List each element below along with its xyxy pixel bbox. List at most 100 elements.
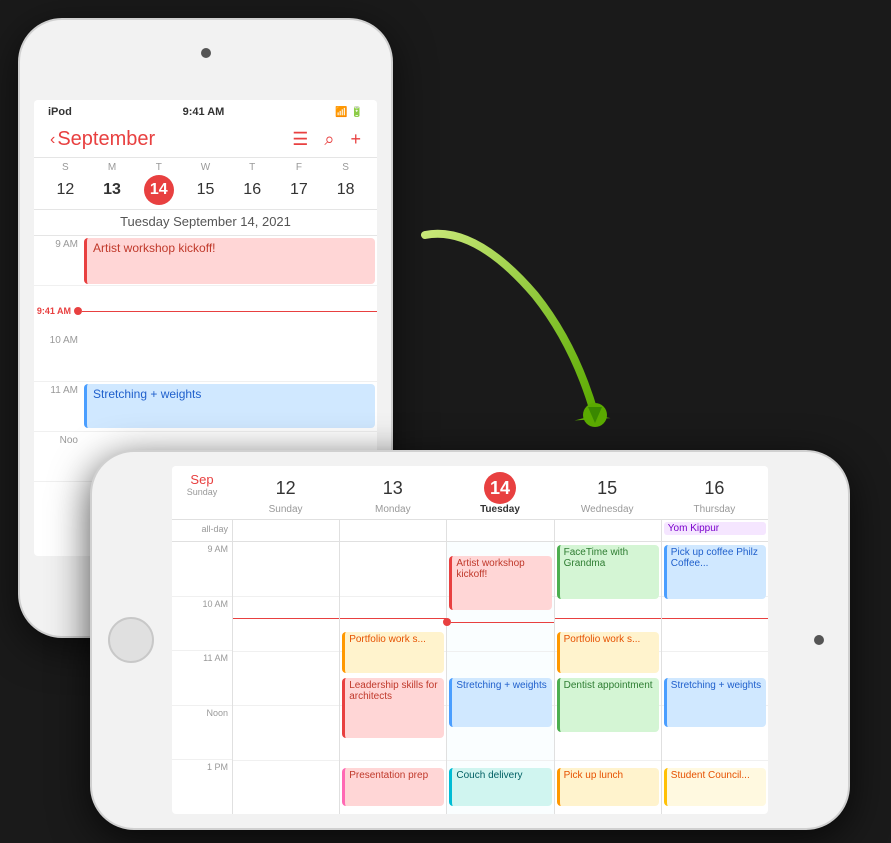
day-col-fri[interactable]: F 17 (276, 162, 323, 205)
allday-cell-sun (232, 520, 339, 541)
current-time-line-tue (447, 618, 553, 626)
day-col-thu[interactable]: T 16 (229, 162, 276, 205)
day-col-sun[interactable]: S 12 (42, 162, 89, 205)
status-time: 9:41 AM (183, 106, 225, 118)
time-label-noon-h: Noon (172, 706, 232, 761)
event-stretching-vertical[interactable]: Stretching + weights (84, 384, 375, 428)
arrow-container (395, 215, 635, 445)
date-label-vertical: Tuesday September 14, 2021 (34, 210, 377, 236)
list-icon[interactable]: ☰ (292, 129, 308, 150)
col-header-sep: Sep Sunday (172, 466, 232, 519)
add-icon[interactable]: + (350, 129, 361, 150)
sep-label: Sep (190, 472, 213, 487)
col-header-13[interactable]: 13 Monday (339, 466, 446, 519)
calendar-nav-vertical: ‹ September ☰ ⌕ + (34, 122, 377, 158)
calendar-header-horizontal: Sep Sunday 12 Sunday 13 Monday 14 Tuesda… (172, 466, 768, 520)
time-label-noon: Noo (34, 432, 82, 481)
event-student-council[interactable]: Student Council... (664, 768, 766, 806)
time-label-1pm-h: 1 PM (172, 760, 232, 814)
day-num-16: 16 (698, 472, 730, 504)
time-row-10am: 10 AM (34, 332, 377, 382)
event-leadership-skills[interactable]: Leadership skills for architects (342, 678, 444, 738)
event-stretching-tue[interactable]: Stretching + weights (449, 678, 551, 727)
col-header-14[interactable]: 14 Tuesday (446, 466, 553, 519)
day-col-sunday-h (232, 542, 339, 814)
col-header-12[interactable]: 12 Sunday (232, 466, 339, 519)
day-name-monday: Monday (375, 504, 411, 515)
time-labels-col: 9 AM 10 AM 11 AM Noon 1 PM (172, 542, 232, 814)
day-col-tuesday-h: Artist workshop kickoff! Stretching + we… (446, 542, 553, 814)
hour-sep-4 (233, 760, 339, 761)
day-col-wed[interactable]: W 15 (182, 162, 229, 205)
header-icons-vertical: ☰ ⌕ + (292, 129, 361, 150)
current-time-line-thu (662, 618, 768, 619)
allday-label: all-day (172, 520, 232, 541)
col-header-15[interactable]: 15 Wednesday (554, 466, 661, 519)
day-num-14-today: 14 (484, 472, 516, 504)
current-time-label-vertical: 9:41 AM (34, 306, 74, 316)
horizontal-calendar: Sep Sunday 12 Sunday 13 Monday 14 Tuesda… (172, 466, 768, 814)
battery-icon: 🔋 (351, 107, 363, 118)
hour-sep-3 (233, 705, 339, 706)
event-stretching-thu[interactable]: Stretching + weights (664, 678, 766, 727)
event-couch-delivery[interactable]: Couch delivery (449, 768, 551, 806)
event-presentation-prep[interactable]: Presentation prep (342, 768, 444, 806)
volume-down-btn[interactable] (391, 158, 393, 188)
day-num-15: 15 (591, 472, 623, 504)
day-col-wednesday-h: FaceTime with Grandma Portfolio work s..… (554, 542, 661, 814)
day-name-wednesday: Wednesday (581, 504, 634, 515)
time-label-9am-h: 9 AM (172, 542, 232, 597)
time-row-9am: 9 AM Artist workshop kickoff! (34, 236, 377, 286)
event-facetime-grandma[interactable]: FaceTime with Grandma (557, 545, 659, 599)
day-col-thursday-h: Pick up coffee Philz Coffee... Stretchin… (661, 542, 768, 814)
volume-up-btn[interactable] (391, 120, 393, 150)
time-label-10am-h: 10 AM (172, 597, 232, 652)
camera-vertical (201, 48, 211, 58)
time-grid-inner: 9 AM 10 AM 11 AM Noon 1 PM (172, 542, 768, 814)
time-label-9am: 9 AM (34, 236, 82, 285)
event-pick-up-lunch[interactable]: Pick up lunch (557, 768, 659, 806)
time-label-11am-h: 11 AM (172, 651, 232, 706)
event-portfolio-monday[interactable]: Portfolio work s... (342, 632, 444, 673)
event-pick-up-coffee[interactable]: Pick up coffee Philz Coffee... (664, 545, 766, 599)
col-header-16[interactable]: 16 Thursday (661, 466, 768, 519)
time-content-11am: Stretching + weights (82, 382, 377, 431)
hour-sep-2 (233, 651, 339, 652)
home-button-horizontal[interactable] (108, 617, 154, 663)
back-chevron-icon[interactable]: ‹ (50, 131, 55, 149)
day-name-sunday: Sunday (269, 504, 303, 515)
current-time-line-vertical: 9:41 AM (34, 306, 377, 316)
day-col-sat[interactable]: S 18 (322, 162, 369, 205)
allday-cell-wed (554, 520, 661, 541)
event-artist-workshop-h[interactable]: Artist workshop kickoff! (449, 556, 551, 610)
wifi-icon: 📶 (335, 107, 347, 118)
day-num-12: 12 (270, 472, 302, 504)
day-num-13: 13 (377, 472, 409, 504)
allday-cell-tue (446, 520, 553, 541)
curved-arrow (395, 215, 635, 445)
event-portfolio-wed[interactable]: Portfolio work s... (557, 632, 659, 673)
search-icon[interactable]: ⌕ (324, 129, 334, 150)
event-artist-workshop-vertical[interactable]: Artist workshop kickoff! (84, 238, 375, 284)
day-name-thursday: Thursday (694, 504, 736, 515)
week-row-vertical: S 12 M 13 T 14 W 15 T 16 F 17 (34, 158, 377, 210)
current-time-dot-vertical (74, 307, 82, 315)
sep-day-name: Sunday (187, 487, 218, 497)
month-nav[interactable]: ‹ September (50, 128, 155, 151)
time-content-10am (82, 332, 377, 381)
day-col-tue[interactable]: T 14 (135, 162, 182, 205)
time-grid-horizontal: 9 AM 10 AM 11 AM Noon 1 PM (172, 542, 768, 814)
current-time-bar (233, 618, 339, 619)
time-content-9am: Artist workshop kickoff! (82, 236, 377, 285)
event-yom-kippur[interactable]: Yom Kippur (664, 522, 766, 535)
event-dentist[interactable]: Dentist appointment (557, 678, 659, 732)
horizontal-screen: Sep Sunday 12 Sunday 13 Monday 14 Tuesda… (172, 466, 768, 814)
current-time-line-mon (340, 618, 446, 619)
allday-cell-mon (339, 520, 446, 541)
day-name-tuesday: Tuesday (480, 504, 520, 515)
allday-row: all-day Yom Kippur (172, 520, 768, 542)
horizontal-device: Sep Sunday 12 Sunday 13 Monday 14 Tuesda… (90, 450, 850, 830)
month-title-vertical: September (57, 128, 155, 151)
hour-sep-1 (233, 596, 339, 597)
day-col-mon[interactable]: M 13 (89, 162, 136, 205)
